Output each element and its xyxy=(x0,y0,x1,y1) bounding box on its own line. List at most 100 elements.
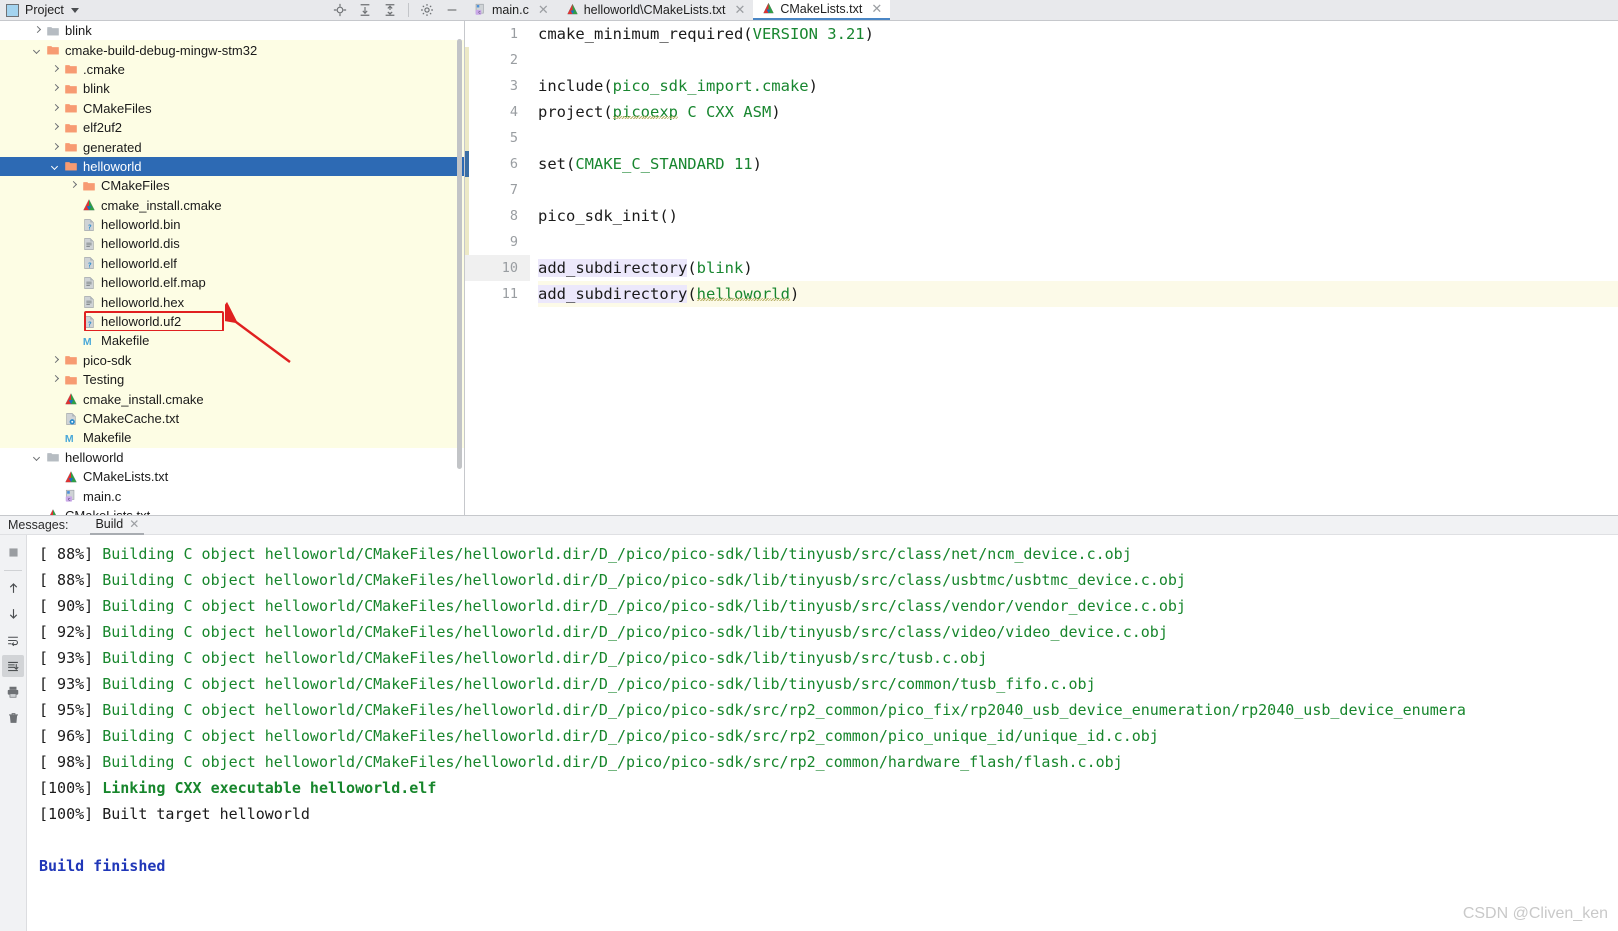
tree-item-blink[interactable]: blink xyxy=(0,21,464,40)
soft-wrap-icon[interactable] xyxy=(2,629,24,651)
tree-item-helloworld[interactable]: helloworld xyxy=(0,156,464,177)
text-file-icon xyxy=(84,276,94,289)
tree-item-helloworld-bin[interactable]: ? helloworld.bin xyxy=(0,214,464,235)
tree-item-label: .cmake xyxy=(83,61,125,77)
tree-item-icon xyxy=(82,179,96,193)
tree-item-makefile[interactable]: M Makefile xyxy=(0,428,464,448)
tree-item-testing[interactable]: Testing xyxy=(0,370,464,390)
tree-item-cmakelists-txt[interactable]: CMakeLists.txt xyxy=(0,467,464,486)
code-line[interactable]: set(CMAKE_C_STANDARD 11) xyxy=(538,151,1618,177)
build-log-line: [ 92%] Building C object helloworld/CMak… xyxy=(39,623,1168,641)
chevron-right-icon[interactable] xyxy=(50,122,61,133)
tree-item-label: blink xyxy=(65,23,92,39)
build-log-line: [ 90%] Building C object helloworld/CMak… xyxy=(39,597,1186,615)
tree-scrollbar[interactable] xyxy=(456,21,463,515)
code-line[interactable] xyxy=(538,125,1618,151)
folder-orange-icon xyxy=(47,46,59,55)
tree-item--cmake[interactable]: .cmake xyxy=(0,59,464,80)
scroll-to-end-icon[interactable] xyxy=(2,655,24,677)
close-icon[interactable]: ✕ xyxy=(538,3,549,16)
tree-item-blink[interactable]: blink xyxy=(0,79,464,99)
expand-all-icon[interactable] xyxy=(358,3,372,17)
locate-icon[interactable] xyxy=(333,3,347,17)
tree-item-pico-sdk[interactable]: pico-sdk xyxy=(0,350,464,371)
tree-item-helloworld-uf2[interactable]: ? helloworld.uf2 xyxy=(0,311,464,332)
tree-item-icon: M xyxy=(82,334,96,348)
tree-item-cmakelists-txt[interactable]: CMakeLists.txt xyxy=(0,506,464,515)
code-line[interactable]: add_subdirectory(blink) xyxy=(538,255,1618,281)
tree-item-label: helloworld.hex xyxy=(101,294,185,310)
chevron-down-icon[interactable] xyxy=(32,45,43,56)
chevron-right-icon[interactable] xyxy=(50,374,61,385)
tree-item-icon xyxy=(46,24,60,38)
collapse-all-icon[interactable] xyxy=(383,3,397,17)
tree-item-cmakefiles[interactable]: CMakeFiles xyxy=(0,176,464,196)
tree-item-icon xyxy=(82,276,96,290)
gear-icon[interactable] xyxy=(420,3,434,17)
close-icon[interactable]: ✕ xyxy=(129,517,139,531)
tree-item-helloworld-elf-map[interactable]: helloworld.elf.map xyxy=(0,273,464,293)
chevron-down-icon[interactable] xyxy=(50,161,61,172)
svg-text:M: M xyxy=(65,433,74,445)
code-line[interactable]: cmake_minimum_required(VERSION 3.21) xyxy=(538,21,1618,47)
code-content[interactable]: cmake_minimum_required(VERSION 3.21) incl… xyxy=(530,21,1618,515)
code-line[interactable] xyxy=(538,47,1618,73)
chevron-right-icon[interactable] xyxy=(50,355,61,366)
chevron-right-icon[interactable] xyxy=(50,64,61,75)
scroll-up-icon[interactable] xyxy=(2,577,24,599)
tree-item-helloworld-elf[interactable]: ? helloworld.elf xyxy=(0,253,464,274)
scroll-down-icon[interactable] xyxy=(2,603,24,625)
tree-item-label: Makefile xyxy=(83,430,132,446)
chevron-right-icon[interactable] xyxy=(50,103,61,114)
tree-item-cmake-install-cmake[interactable]: cmake_install.cmake xyxy=(0,195,464,215)
tree-item-cmakecache-txt[interactable]: CMakeCache.txt xyxy=(0,408,464,429)
code-editor[interactable]: 1 2 3 4 5 6 7 8 9 10 11 cmake_minimum_required(VER… xyxy=(465,21,1618,515)
chevron-right-icon[interactable] xyxy=(68,180,79,191)
editor-tab-main-c[interactable]: c main.c ✕ xyxy=(465,0,557,20)
close-icon[interactable]: ✕ xyxy=(734,3,745,16)
code-line[interactable]: add_subdirectory(helloworld) xyxy=(538,281,1618,307)
chevron-right-icon[interactable] xyxy=(32,25,43,36)
tree-item-label: CMakeLists.txt xyxy=(65,506,150,515)
tree-item-cmakefiles[interactable]: CMakeFiles xyxy=(0,98,464,118)
chevron-down-icon[interactable] xyxy=(32,452,43,463)
build-log-line: [ 93%] Building C object helloworld/CMak… xyxy=(39,649,988,667)
editor-scrollbar[interactable] xyxy=(1610,21,1618,515)
tree-item-label: helloworld.uf2 xyxy=(101,314,182,330)
build-log[interactable]: [ 88%] Building C object helloworld/CMak… xyxy=(27,535,1618,931)
tree-arrow-placeholder xyxy=(50,491,61,502)
tree-item-makefile[interactable]: M Makefile xyxy=(0,331,464,351)
chevron-right-icon[interactable] xyxy=(50,83,61,94)
minimize-icon[interactable] xyxy=(445,3,459,17)
line-number-gutter: 1 2 3 4 5 6 7 8 9 10 11 xyxy=(465,21,530,515)
tree-item-cmake-install-cmake[interactable]: cmake_install.cmake xyxy=(0,389,464,409)
tree-item-generated[interactable]: generated xyxy=(0,137,464,157)
stop-icon[interactable] xyxy=(2,541,24,563)
chevron-right-icon[interactable] xyxy=(50,142,61,153)
tree-item-helloworld-dis[interactable]: helloworld.dis xyxy=(0,234,464,254)
code-line[interactable] xyxy=(538,177,1618,203)
close-icon[interactable]: ✕ xyxy=(871,2,882,15)
tree-item-elf2uf2[interactable]: elf2uf2 xyxy=(0,117,464,138)
build-tab[interactable]: Build ✕ xyxy=(90,516,145,535)
tree-item-helloworld-hex[interactable]: helloworld.hex xyxy=(0,292,464,312)
c-file-icon: c xyxy=(65,489,75,503)
editor-tab-cmakelists[interactable]: CMakeLists.txt ✕ xyxy=(753,0,891,20)
caret-line-marker xyxy=(465,151,469,177)
makefile-icon: M xyxy=(65,433,74,445)
tree-item-helloworld[interactable]: helloworld xyxy=(0,448,464,467)
project-tree[interactable]: blink cmake-build-debug-mingw-stm32 .cmake… xyxy=(0,21,465,515)
chevron-down-icon[interactable] xyxy=(70,7,79,13)
editor-tab-helloworld-cmakelists[interactable]: helloworld\CMakeLists.txt ✕ xyxy=(557,0,754,20)
line-number: 7 xyxy=(509,182,518,198)
code-line[interactable] xyxy=(538,229,1618,255)
tree-item-cmake-build-debug-mingw-stm32[interactable]: cmake-build-debug-mingw-stm32 xyxy=(0,40,464,60)
main-area: blink cmake-build-debug-mingw-stm32 .cmake… xyxy=(0,21,1618,515)
build-log-line: [ 88%] Building C object helloworld/CMak… xyxy=(39,571,1186,589)
delete-icon[interactable] xyxy=(2,707,24,729)
code-line[interactable]: pico_sdk_init() xyxy=(538,203,1618,229)
code-line[interactable]: project(picoexp C CXX ASM) xyxy=(538,99,1618,125)
print-icon[interactable] xyxy=(2,681,24,703)
code-line[interactable]: include(pico_sdk_import.cmake) xyxy=(538,73,1618,99)
tree-item-main-c[interactable]: c main.c xyxy=(0,486,464,505)
